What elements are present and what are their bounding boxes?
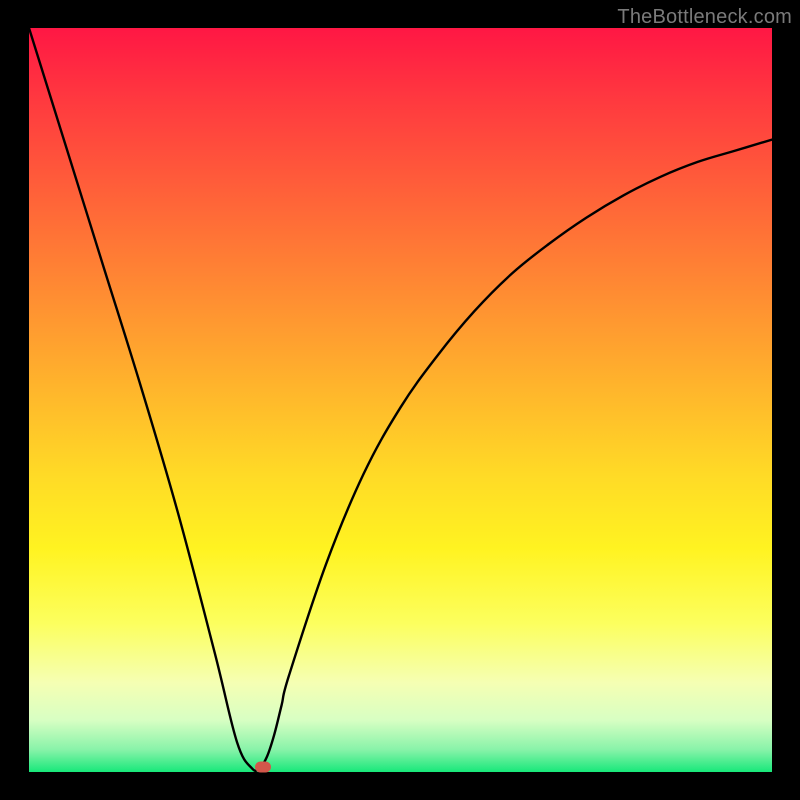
bottleneck-curve [29,28,772,771]
watermark-text: TheBottleneck.com [617,6,792,29]
curve-svg [29,28,772,772]
chart-frame: TheBottleneck.com [0,0,800,800]
plot-area [29,28,772,772]
optimal-point-marker [255,761,271,772]
